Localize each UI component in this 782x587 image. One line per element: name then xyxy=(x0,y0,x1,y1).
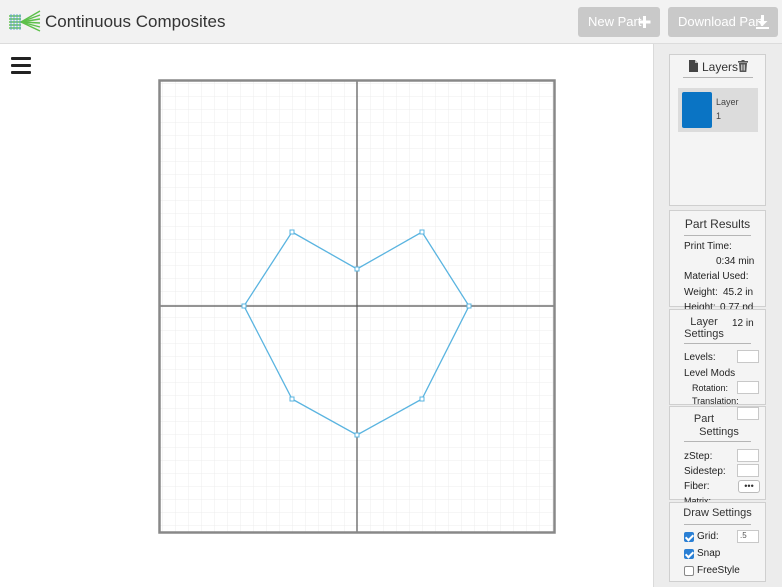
path-vertex-handle[interactable] xyxy=(241,303,247,309)
plus-icon xyxy=(638,16,651,28)
weight-value: 45.2 in xyxy=(723,287,754,298)
level-mods-label: Level Mods xyxy=(684,368,736,379)
grid-label: Grid: xyxy=(697,531,719,542)
brand-name: Continuous Composites xyxy=(45,12,226,31)
part-settings-title-line2: Settings xyxy=(699,426,739,438)
download-icon xyxy=(756,15,769,29)
part-results-title: Part Results xyxy=(684,217,751,231)
freestyle-checkbox[interactable] xyxy=(684,566,694,576)
new-part-button[interactable]: New Part xyxy=(578,7,660,37)
layer-settings-right-value: 12 in xyxy=(732,318,754,329)
drawing-canvas[interactable] xyxy=(158,79,556,534)
download-part-button[interactable]: Download Part xyxy=(668,7,778,37)
grid-size-input[interactable]: .5 xyxy=(737,530,759,543)
fiber-options-button[interactable]: ••• xyxy=(738,480,760,493)
weight-label: Weight: xyxy=(684,287,718,298)
rotation-input[interactable] xyxy=(737,381,759,394)
hamburger-menu-icon[interactable] xyxy=(11,57,31,75)
new-part-label: New Part xyxy=(588,14,642,29)
layer-settings-panel: Layer Settings 12 in Levels: Level Mods … xyxy=(669,309,766,406)
rotation-label: Rotation: xyxy=(692,383,729,393)
path-vertex-handle[interactable] xyxy=(419,229,425,235)
logo-icon xyxy=(9,10,41,32)
path-vertex-handle[interactable] xyxy=(419,396,425,402)
grid-checkbox[interactable] xyxy=(684,532,694,542)
layers-title: Layers xyxy=(702,60,739,74)
top-bar: Continuous Composites New Part Download … xyxy=(0,0,782,44)
path-vertex-handle[interactable] xyxy=(466,303,472,309)
file-icon xyxy=(689,60,698,72)
print-time-value: 0:34 min xyxy=(716,256,755,267)
part-settings-title-line1: Part xyxy=(693,413,715,425)
snap-label: Snap xyxy=(697,548,721,559)
path-vertex-handle[interactable] xyxy=(354,432,360,438)
part-settings-panel: Part Settings zStep: Sidestep: Fiber: ••… xyxy=(669,406,766,506)
sidestep-label: Sidestep: xyxy=(684,466,726,477)
material-used-label: Material Used: xyxy=(684,271,749,282)
zstep-label: zStep: xyxy=(684,451,713,462)
fiber-label: Fiber: xyxy=(684,481,710,492)
freestyle-label: FreeStyle xyxy=(697,565,740,576)
path-vertex-handle[interactable] xyxy=(354,266,360,272)
translation-input[interactable] xyxy=(737,407,759,420)
layer-item[interactable]: Layer 1 xyxy=(678,88,758,132)
levels-label: Levels: xyxy=(684,352,716,363)
layer-label: Layer xyxy=(716,97,739,107)
layers-panel: Layers Layer 1 xyxy=(669,54,766,206)
layer-settings-title-line2: Settings xyxy=(684,328,724,340)
right-sidebar: Layers Layer 1 Part Results Print Time: … xyxy=(653,44,782,587)
levels-input[interactable] xyxy=(737,350,759,363)
path-vertex-handle[interactable] xyxy=(289,229,295,235)
path-vertex-handle[interactable] xyxy=(289,396,295,402)
sidestep-input[interactable] xyxy=(737,464,759,477)
download-part-label: Download Part xyxy=(678,14,764,29)
layer-number: 1 xyxy=(716,111,722,121)
zstep-input[interactable] xyxy=(737,449,759,462)
trash-icon[interactable] xyxy=(738,60,748,72)
layer-color-swatch xyxy=(682,92,712,128)
translation-label: Translation: xyxy=(692,396,739,406)
draw-settings-title: Draw Settings xyxy=(683,507,752,519)
part-results-panel: Part Results Print Time: 0:34 min Materi… xyxy=(669,210,766,313)
layer-settings-title-line1: Layer xyxy=(690,316,718,328)
print-time-label: Print Time: xyxy=(684,241,732,252)
snap-checkbox[interactable] xyxy=(684,549,694,559)
draw-settings-panel: Draw Settings Grid: .5 Snap FreeStyle xyxy=(669,502,766,582)
